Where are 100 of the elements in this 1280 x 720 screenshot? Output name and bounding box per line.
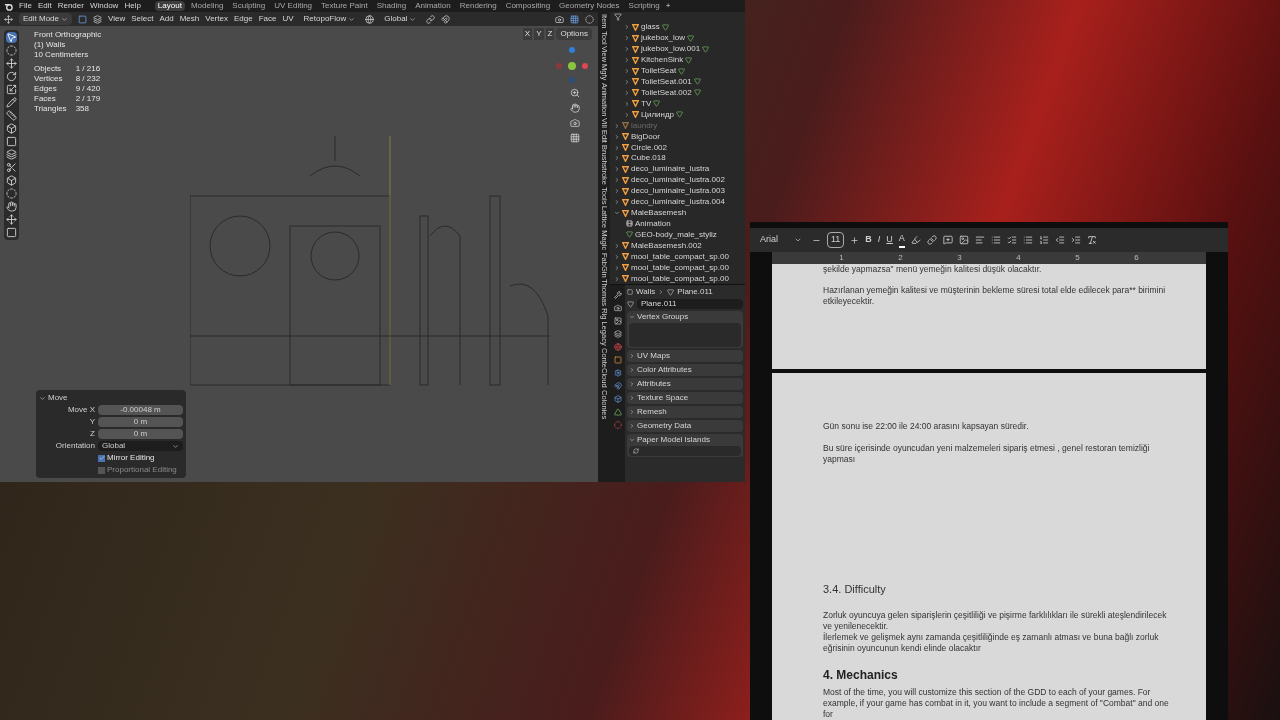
chevron-icon[interactable] [39,394,46,402]
clear-formatting-icon[interactable] [1086,235,1097,245]
font-size-field[interactable]: 11 [827,232,845,248]
chevron-icon[interactable] [614,188,620,195]
outliner-item[interactable]: mooi_table_compact_sp.00 [631,251,729,262]
blender-logo-icon[interactable] [4,1,13,11]
menu-item[interactable]: Vertex [205,13,228,25]
workspace-tab[interactable]: Modeling [187,1,227,11]
panel-title[interactable]: Paper Model Islands [637,435,710,445]
outliner-item[interactable]: ToiletSeat [641,66,677,77]
hand-icon[interactable] [570,103,580,113]
mesh-name-field[interactable]: Plane.011 [637,299,743,309]
breadcrumb-item[interactable]: Plane.011 [677,287,713,297]
menu-item[interactable]: Mesh [179,13,200,25]
select-circle-icon[interactable] [6,45,17,56]
chevron-icon[interactable] [614,253,620,260]
chevron-icon[interactable] [629,381,635,387]
panel-title[interactable]: Move [48,393,68,403]
chevron-icon[interactable] [614,166,620,173]
workspace-tab[interactable]: Rendering [456,1,500,11]
outliner-item[interactable]: glass [641,22,660,33]
mirror-axis-toggle[interactable]: Z [545,28,555,40]
outliner-item[interactable]: mooi_table_compact_sp.00 [631,262,729,273]
outliner-item[interactable]: deco_luminaire_lustra.004 [631,197,725,208]
object-icon[interactable] [613,356,622,364]
menu-item[interactable]: Add [159,13,174,25]
outliner-item[interactable]: Цилиндр [641,109,675,120]
mirror-axis-toggle[interactable]: Y [534,28,544,40]
workspace-tab[interactable]: Layout [154,1,185,11]
options-dropdown[interactable]: Options [556,28,592,40]
ruler-icon[interactable] [6,110,17,121]
workspace-tab[interactable]: Sculpting [229,1,269,11]
zoom-icon[interactable] [570,88,580,98]
format-toggle[interactable]: A [898,232,905,248]
menu-item[interactable]: Edge [233,13,253,25]
number-field[interactable]: 0 m [98,417,183,427]
outliner-item[interactable]: MaleBasemesh [631,208,687,219]
panel-title[interactable]: Vertex Groups [637,312,689,322]
annotate-icon[interactable] [6,97,17,108]
outliner-item[interactable]: Circle.002 [631,142,667,153]
format-toggle[interactable]: U [886,233,893,247]
image-icon[interactable] [958,235,969,245]
outliner-item[interactable]: Animation [635,218,671,229]
bullet-list-icon[interactable] [1022,235,1033,245]
tool-icon[interactable] [613,291,622,299]
orientation-dropdown[interactable]: Global [380,13,421,25]
add-workspace-button[interactable]: + [665,1,671,11]
menu-item[interactable]: Select [131,13,154,25]
link-icon[interactable] [926,235,937,245]
outdent-icon[interactable] [1054,235,1065,245]
panel-title[interactable]: UV Maps [637,351,670,361]
number-field[interactable]: -0.00048 m [98,405,183,415]
scale-icon[interactable] [6,84,17,95]
outliner-item[interactable]: MaleBasemesh.002 [631,240,702,251]
comment-icon[interactable] [942,235,953,245]
workspace-tab[interactable]: UV Editing [271,1,316,11]
format-toggle[interactable]: B [865,233,872,247]
checkbox[interactable] [98,466,105,474]
chevron-icon[interactable] [629,367,635,373]
mesh-data-icon[interactable] [613,408,622,416]
panel-title[interactable]: Color Attributes [637,365,692,375]
menu-item[interactable]: Render [57,1,84,11]
transform-icon[interactable] [4,14,13,24]
chevron-icon[interactable] [629,409,635,415]
outliner-item[interactable]: deco_luminaire_lustra.002 [631,175,725,186]
chevron-icon[interactable] [614,199,620,206]
chevron-icon[interactable] [614,177,620,184]
chevron-icon[interactable] [614,210,620,217]
outliner-item[interactable]: TV [641,98,652,109]
outliner-item[interactable]: GEO-body_male_styliz [635,229,717,240]
chevron-icon[interactable] [614,275,620,282]
vertex-select-icon[interactable] [78,14,88,24]
chevron-icon[interactable] [614,155,620,162]
menu-item[interactable]: Window [89,1,119,11]
mode-dropdown[interactable]: Edit Mode [19,13,73,25]
menu-item[interactable]: View [108,13,126,25]
outliner-item[interactable]: BigDoor [631,131,660,142]
outliner-item[interactable]: deco_luminaire_lustra.003 [631,186,725,197]
camera-icon[interactable] [555,14,564,24]
workspace-tab[interactable]: Compositing [502,1,554,11]
panel-title[interactable]: Attributes [637,379,671,389]
chevron-icon[interactable] [629,395,635,401]
panel-title[interactable]: Texture Space [637,393,689,403]
workspace-tab[interactable]: Scripting [625,1,663,11]
outliner-item[interactable]: jukebox_low.001 [641,44,701,55]
chevron-icon[interactable] [629,353,635,359]
increase-size-icon[interactable] [850,235,860,245]
grid-icon[interactable] [570,14,579,24]
indent-icon[interactable] [1070,235,1081,245]
knife-icon[interactable] [6,162,17,173]
chevron-icon[interactable] [614,242,620,249]
globe-icon[interactable] [365,14,375,24]
workspace-tab[interactable]: Animation [412,1,454,11]
outliner-item[interactable]: jukebox_low [641,33,686,44]
mirror-axis-toggle[interactable]: X [522,28,533,40]
font-dropdown[interactable]: Arial [756,233,806,247]
checklist-icon[interactable] [1006,235,1017,245]
chevron-icon[interactable] [629,437,635,443]
highlighter-icon[interactable] [910,235,921,245]
menu-item[interactable]: File [19,1,32,11]
